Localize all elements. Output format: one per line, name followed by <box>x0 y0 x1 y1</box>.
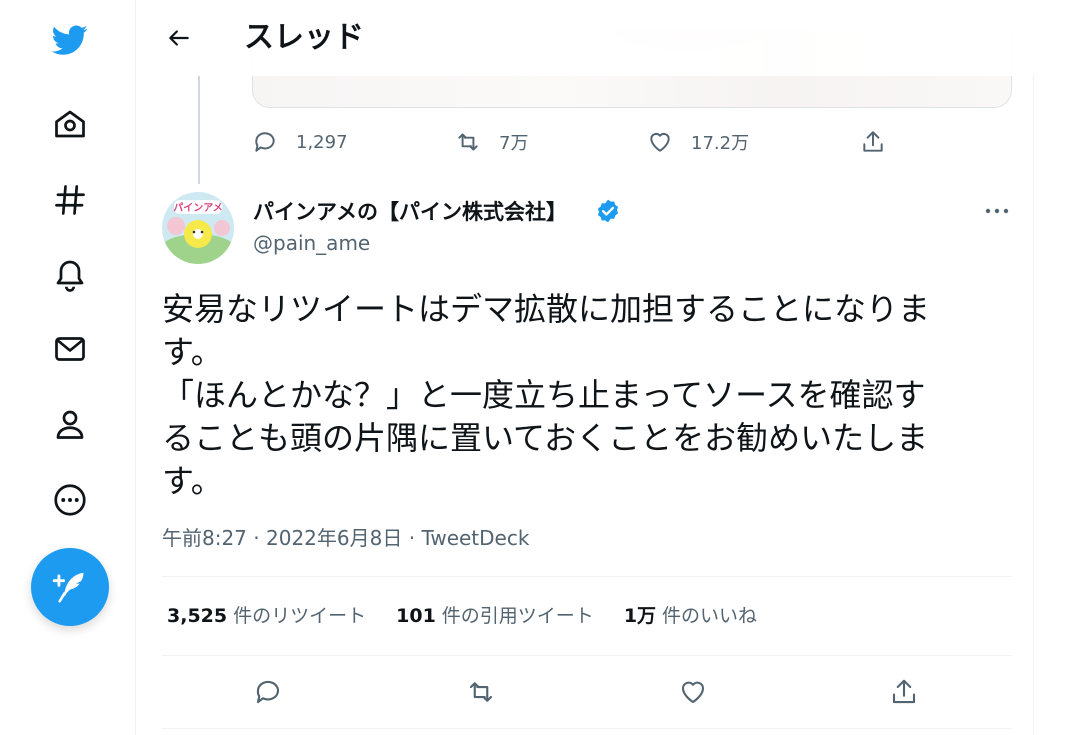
main-column: スレッド 1,297 7万 17.2万 パインアメ パインアメの【パイン株式会社… <box>137 0 1034 735</box>
tweet-body-text: 安易なリツイートはデマ拡散に加担することになりま す。 「ほんとかな？」と一度立… <box>162 290 931 500</box>
messages-envelope-icon[interactable] <box>46 325 94 373</box>
retweets-label: 件のリツイート <box>233 605 367 627</box>
compose-tweet-button[interactable] <box>31 548 109 626</box>
divider <box>162 576 1012 577</box>
tweet-source[interactable]: TweetDeck <box>421 526 529 550</box>
tweet-time[interactable]: 午前8:27 <box>162 526 247 550</box>
meta-separator: · <box>246 526 266 550</box>
thread-connector-line <box>198 76 200 184</box>
more-options-circle-icon[interactable] <box>46 476 94 524</box>
home-icon[interactable] <box>46 100 94 148</box>
prev-reply-count: 1,297 <box>296 131 348 153</box>
author-name[interactable]: パインアメの【パイン株式会社】 <box>253 198 567 226</box>
quotes-value: 101 <box>396 605 436 627</box>
retweet-icon <box>469 682 493 702</box>
prev-like-count: 17.2万 <box>691 133 750 154</box>
feather-plus-icon <box>52 572 84 603</box>
prev-retweet-count: 7万 <box>499 133 529 154</box>
divider <box>162 655 1012 656</box>
like-heart-icon <box>681 681 705 704</box>
page-header: スレッド <box>137 0 1034 76</box>
reply-bubble-icon <box>256 680 280 704</box>
likes-label: 件のいいね <box>662 605 758 627</box>
share-button[interactable] <box>884 672 924 712</box>
profile-person-icon[interactable] <box>46 400 94 448</box>
back-button[interactable] <box>159 18 199 58</box>
sidebar-nav <box>0 0 136 735</box>
author-handle[interactable]: @pain_ame <box>253 230 370 256</box>
quotes-stat[interactable]: 101 件の引用ツイート <box>396 602 594 630</box>
quotes-label: 件の引用ツイート <box>441 605 594 627</box>
reply-bubble-icon <box>255 132 275 152</box>
retweets-stat[interactable]: 3,525 件のリツイート <box>167 602 366 630</box>
prev-share-button[interactable] <box>860 124 904 160</box>
twitter-logo-icon[interactable] <box>46 16 94 64</box>
likes-stat[interactable]: 1万 件のいいね <box>624 602 757 630</box>
share-upload-icon <box>892 679 916 704</box>
reply-button[interactable] <box>248 672 288 712</box>
tweet-stats: 3,525 件のリツイート 101 件の引用ツイート 1万 件のいいね <box>167 602 787 630</box>
prev-retweet-button[interactable]: 7万 <box>455 124 528 160</box>
prev-like-button[interactable]: 17.2万 <box>647 124 749 160</box>
explore-hashtag-icon[interactable] <box>46 176 94 224</box>
retweet-icon <box>458 133 478 151</box>
author-avatar[interactable]: パインアメ <box>162 192 234 264</box>
likes-value: 1万 <box>623 605 657 627</box>
back-arrow-icon <box>169 30 189 46</box>
notifications-bell-icon[interactable] <box>46 250 94 298</box>
retweets-value: 3,525 <box>167 605 228 627</box>
tweet-date[interactable]: 2022年6月8日 <box>266 526 402 550</box>
verified-badge-icon <box>597 199 619 223</box>
meta-separator: · <box>402 526 422 550</box>
retweet-button[interactable] <box>461 672 501 712</box>
page-title: スレッド <box>244 20 364 55</box>
tweet-meta: 午前8:27 · 2022年6月8日 · TweetDeck <box>162 524 529 552</box>
svg-text:パインアメ: パインアメ <box>173 202 223 214</box>
more-dots-icon <box>985 208 1009 214</box>
like-button[interactable] <box>673 672 713 712</box>
prev-reply-button[interactable]: 1,297 <box>252 124 348 160</box>
divider <box>162 728 1012 729</box>
like-heart-icon <box>650 132 670 152</box>
tweet-more-button[interactable] <box>977 196 1017 226</box>
share-upload-icon <box>863 131 883 152</box>
